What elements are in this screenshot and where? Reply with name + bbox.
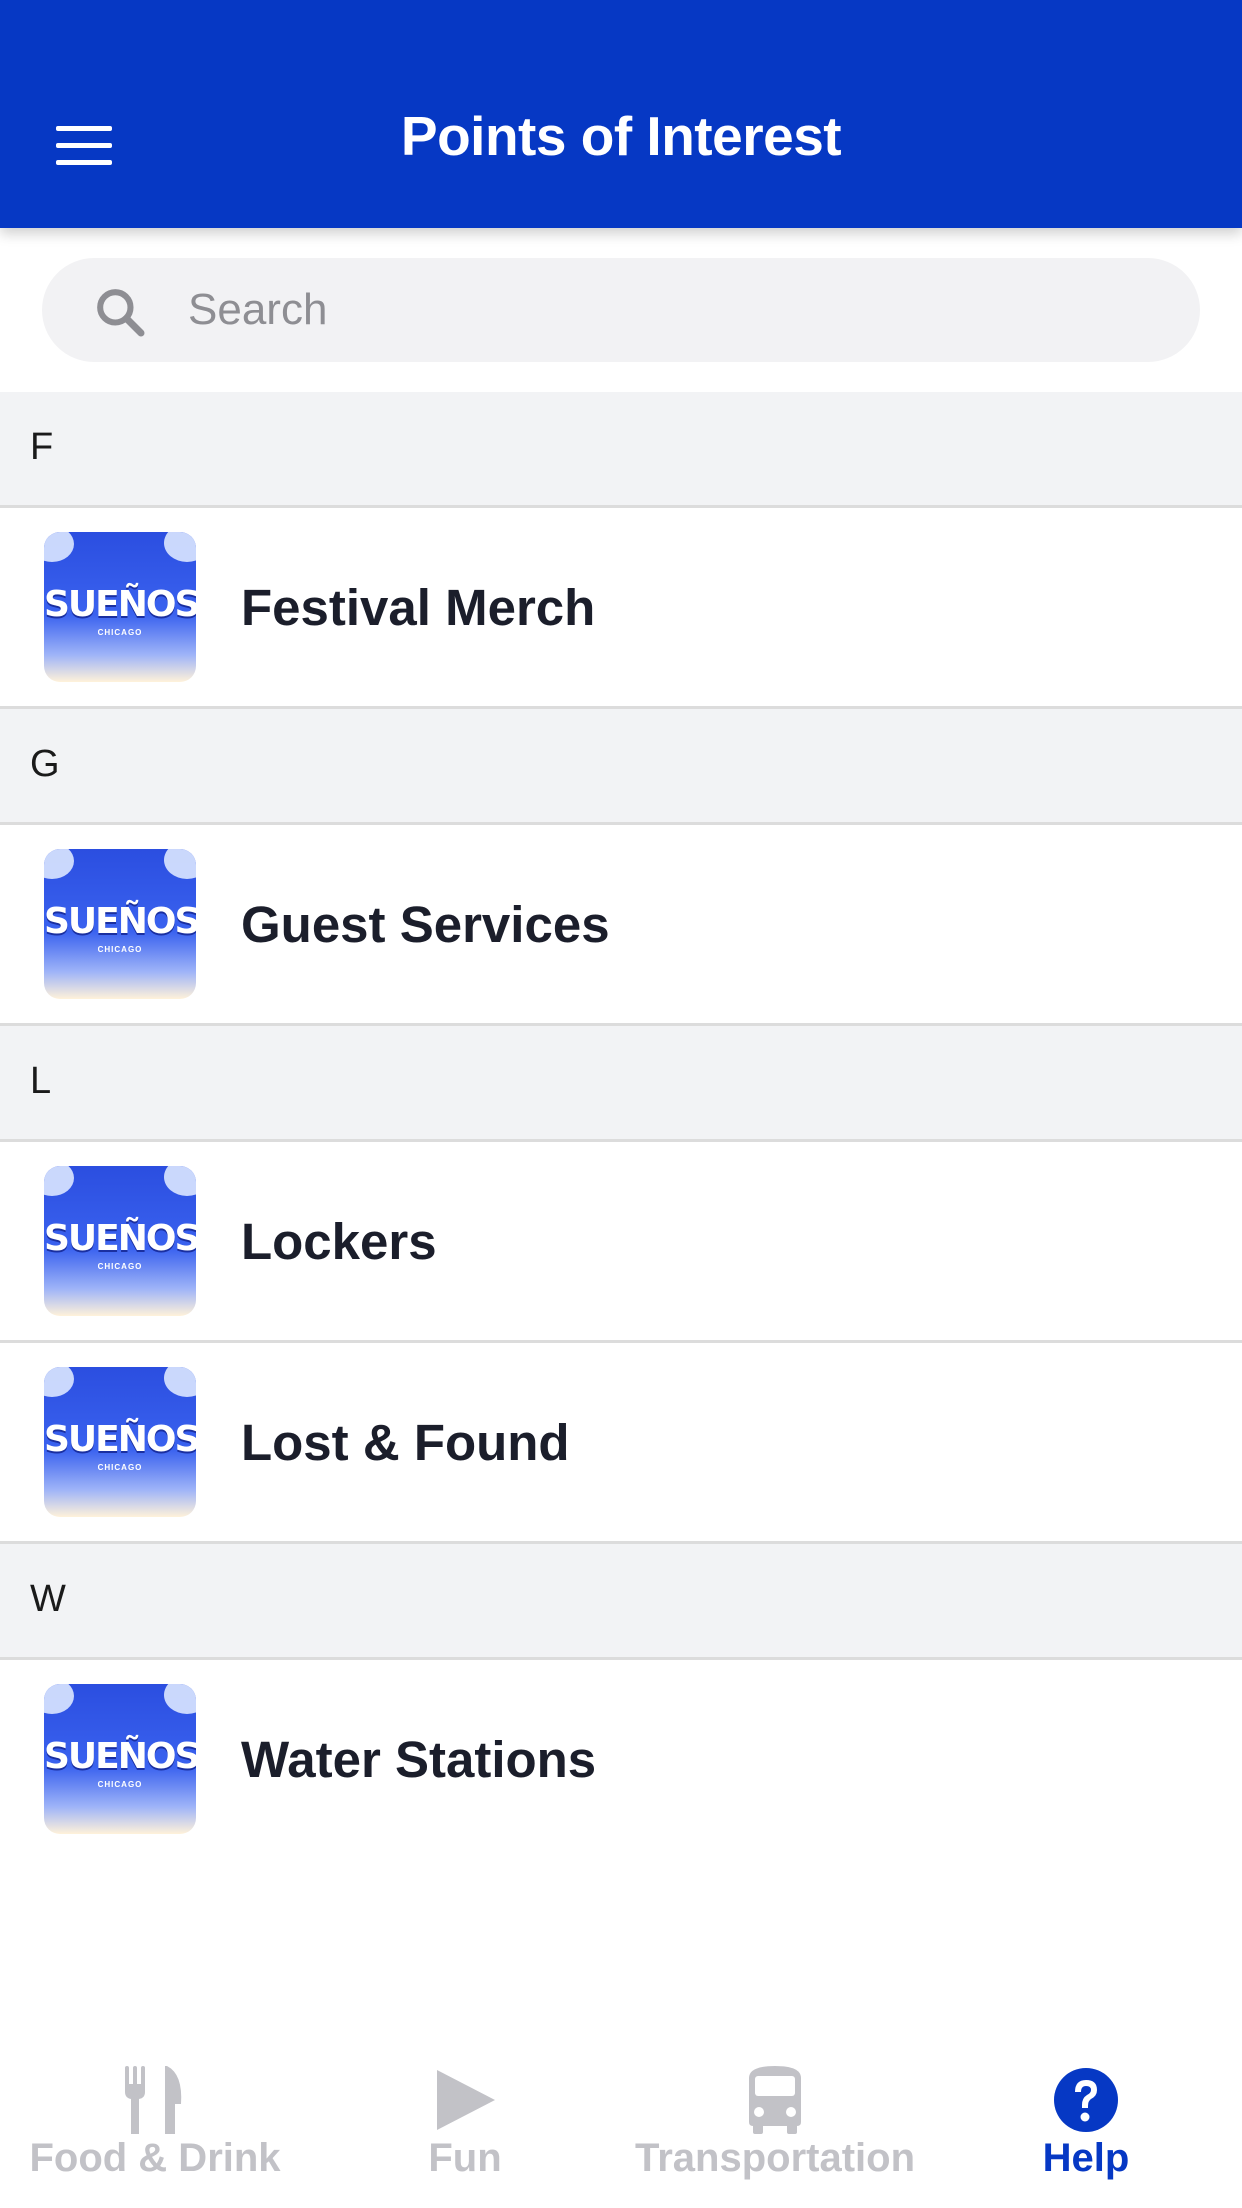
list-item-lockers[interactable]: SUEÑOS CHICAGO Lockers [0, 1142, 1242, 1343]
sueños-logo-thumbnail: SUEÑOS CHICAGO [44, 1166, 196, 1316]
app-header: Points of Interest [0, 0, 1242, 228]
play-icon [437, 2070, 495, 2130]
list-item-label: Lost & Found [241, 1414, 570, 1471]
question-circle-icon [1054, 2068, 1118, 2132]
list-item-festival-merch[interactable]: SUEÑOS CHICAGO Festival Merch [0, 508, 1242, 709]
poi-list: F SUEÑOS CHICAGO Festival Merch G SUEÑOS… [0, 392, 1242, 1861]
tab-label: Fun [428, 2136, 502, 2180]
list-item-lost-and-found[interactable]: SUEÑOS CHICAGO Lost & Found [0, 1343, 1242, 1544]
tab-fun[interactable]: Fun [310, 2036, 620, 2208]
section-header-f: F [0, 392, 1242, 508]
list-item-water-stations[interactable]: SUEÑOS CHICAGO Water Stations [0, 1660, 1242, 1861]
list-item-label: Festival Merch [241, 579, 596, 636]
tab-label: Help [1042, 2136, 1130, 2180]
sueños-logo-thumbnail: SUEÑOS CHICAGO [44, 849, 196, 999]
sueños-logo-thumbnail: SUEÑOS CHICAGO [44, 1367, 196, 1517]
section-header-g: G [0, 709, 1242, 825]
tab-label: Transportation [634, 2136, 916, 2180]
list-item-label: Lockers [241, 1213, 437, 1270]
section-letter: L [30, 1060, 52, 1102]
search-bar[interactable] [42, 258, 1200, 362]
list-item-label: Guest Services [241, 896, 610, 953]
sueños-logo-thumbnail: SUEÑOS CHICAGO [44, 1684, 196, 1834]
bus-icon [749, 2066, 801, 2134]
tab-food-and-drink[interactable]: Food & Drink [0, 2036, 310, 2208]
tab-help[interactable]: Help [930, 2036, 1242, 2208]
tab-label: Food & Drink [29, 2136, 281, 2180]
search-icon [97, 289, 145, 337]
section-header-w: W [0, 1544, 1242, 1660]
section-letter: G [30, 743, 60, 785]
sueños-logo-thumbnail: SUEÑOS CHICAGO [44, 532, 196, 682]
tab-transportation[interactable]: Transportation [620, 2036, 930, 2208]
section-letter: F [30, 426, 54, 468]
page-title: Points of Interest [400, 105, 842, 167]
section-header-l: L [0, 1026, 1242, 1142]
search-input[interactable] [188, 280, 1168, 340]
list-item-guest-services[interactable]: SUEÑOS CHICAGO Guest Services [0, 825, 1242, 1026]
bottom-tab-bar: Food & Drink Fun Transportation Help [0, 2036, 1242, 2208]
utensils-icon [125, 2066, 182, 2134]
list-item-label: Water Stations [241, 1731, 597, 1788]
section-letter: W [30, 1578, 66, 1620]
